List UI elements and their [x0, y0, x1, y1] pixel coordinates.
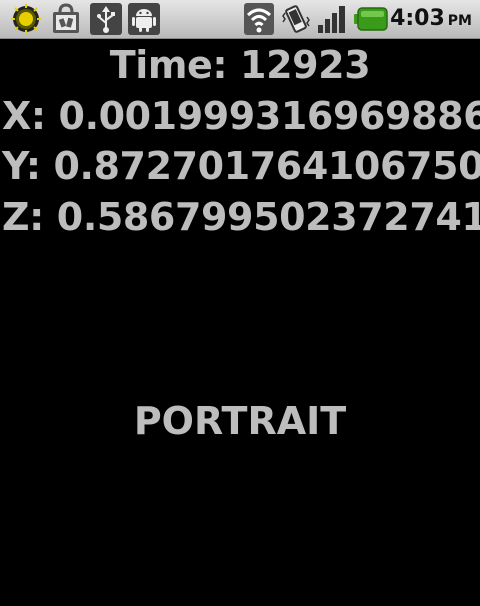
signal-icon — [316, 3, 348, 35]
time-readout: Time: 12923 — [109, 43, 371, 87]
sun-gear-icon — [10, 3, 42, 35]
battery-icon — [354, 6, 388, 38]
orientation-label: PORTRAIT — [133, 399, 347, 443]
shopping-bag-icon — [50, 3, 82, 35]
status-clock: 4:03 PM — [390, 6, 472, 34]
usb-icon — [90, 3, 122, 35]
clock-time: 4:03 — [390, 6, 445, 31]
vibrate-icon — [280, 3, 312, 35]
wifi-icon — [244, 3, 274, 35]
sensor-content: Time: 12923 X: 0.0019993169698864 Y: 0.8… — [0, 38, 480, 606]
y-readout: Y: 0.8727017641067505 — [2, 144, 480, 188]
z-readout: Z: 0.5867995023727417 — [2, 195, 480, 239]
x-readout: X: 0.0019993169698864 — [2, 94, 480, 138]
clock-ampm: PM — [447, 13, 472, 29]
android-debug-icon — [128, 3, 160, 35]
status-bar: 4:03 PM — [0, 0, 480, 39]
